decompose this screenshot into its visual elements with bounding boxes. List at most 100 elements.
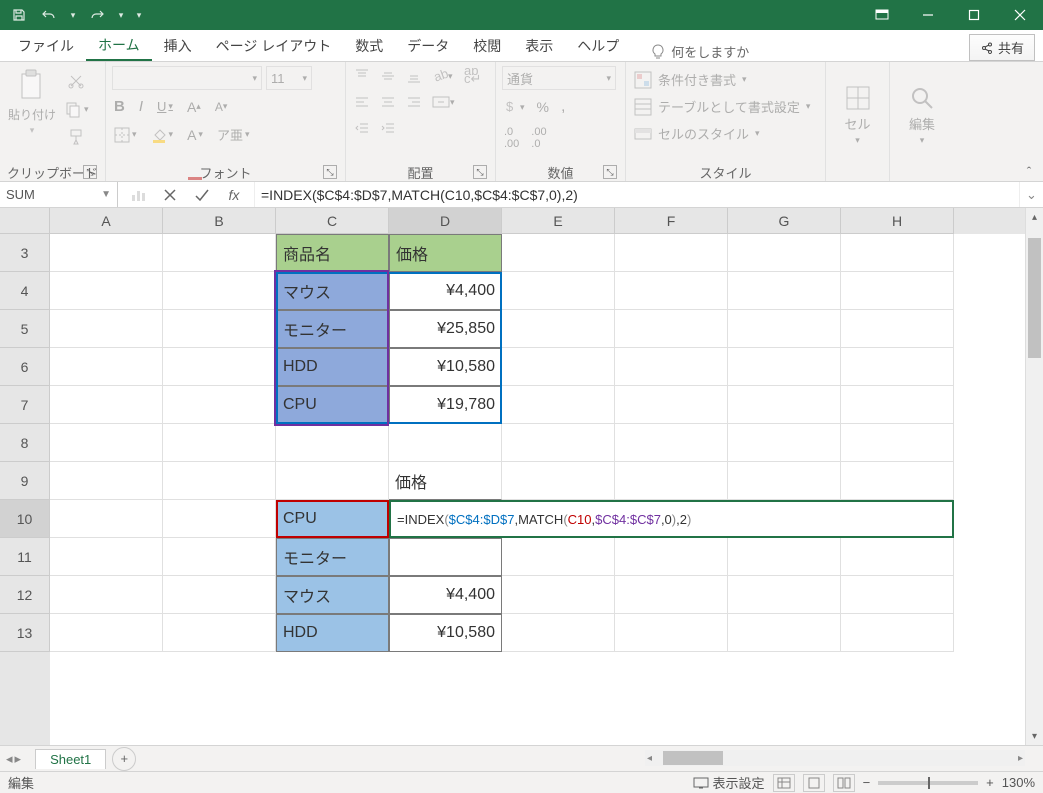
undo-icon[interactable]: [36, 1, 62, 29]
normal-view-icon[interactable]: [773, 774, 795, 792]
conditional-formatting-button[interactable]: 条件付き書式▾: [632, 68, 819, 91]
cell-H5[interactable]: [841, 310, 954, 348]
copy-icon[interactable]: ▾: [62, 98, 91, 120]
cell-C10[interactable]: CPU: [276, 500, 389, 538]
cell-F8[interactable]: [615, 424, 728, 462]
cell-B13[interactable]: [163, 614, 276, 652]
cell-F11[interactable]: [615, 538, 728, 576]
underline-button[interactable]: U▾: [155, 96, 175, 117]
cell-B6[interactable]: [163, 348, 276, 386]
cell-B4[interactable]: [163, 272, 276, 310]
cancel-formula-icon[interactable]: [158, 184, 182, 206]
cell-G6[interactable]: [728, 348, 841, 386]
tab-insert[interactable]: 挿入: [152, 31, 204, 61]
col-header-D[interactable]: D: [389, 208, 502, 234]
zoom-slider[interactable]: [878, 781, 978, 785]
cell-grid[interactable]: 商品名 価格 マウス ¥4,400 モニター ¥25,850: [50, 234, 1025, 745]
display-settings-button[interactable]: 表示設定: [693, 773, 765, 792]
name-box[interactable]: SUM ▼: [0, 182, 118, 207]
cell-C12[interactable]: マウス: [276, 576, 389, 614]
zoom-in-button[interactable]: +: [986, 775, 994, 790]
cell-C7[interactable]: CPU: [276, 386, 389, 424]
save-icon[interactable]: [6, 1, 32, 29]
redo-dropdown-icon[interactable]: ▾: [114, 1, 128, 29]
cell-A6[interactable]: [50, 348, 163, 386]
cell-F12[interactable]: [615, 576, 728, 614]
enter-formula-icon[interactable]: [190, 184, 214, 206]
alignment-dialog-launcher[interactable]: ⤡: [473, 165, 487, 179]
scroll-down-icon[interactable]: ▾: [1026, 727, 1043, 745]
ribbon-display-icon[interactable]: [859, 0, 905, 30]
row-header-12[interactable]: 12: [0, 576, 50, 614]
cell-G12[interactable]: [728, 576, 841, 614]
cell-E6[interactable]: [502, 348, 615, 386]
cell-F5[interactable]: [615, 310, 728, 348]
tell-me-search[interactable]: 何をしますか: [651, 42, 749, 61]
tab-help[interactable]: ヘルプ: [565, 31, 631, 61]
formula-bar-expand-icon[interactable]: ⌄: [1019, 182, 1043, 207]
col-header-E[interactable]: E: [502, 208, 615, 234]
increase-font-icon[interactable]: A▴: [185, 96, 203, 117]
cell-E12[interactable]: [502, 576, 615, 614]
scroll-left-icon[interactable]: ◂: [647, 753, 652, 764]
fill-color-icon[interactable]: ▾: [149, 123, 176, 146]
font-name-dropdown[interactable]: ▾: [112, 66, 262, 90]
cell-E4[interactable]: [502, 272, 615, 310]
cell-B10[interactable]: [163, 500, 276, 538]
scroll-right-icon[interactable]: ▸: [1018, 753, 1023, 764]
tab-data[interactable]: データ: [395, 31, 461, 61]
align-right-icon[interactable]: [404, 92, 424, 112]
cell-B11[interactable]: [163, 538, 276, 576]
page-break-view-icon[interactable]: [833, 774, 855, 792]
close-button[interactable]: [997, 0, 1043, 30]
cell-A10[interactable]: [50, 500, 163, 538]
select-all-corner[interactable]: [0, 208, 50, 234]
cell-C9[interactable]: [276, 462, 389, 500]
maximize-button[interactable]: [951, 0, 997, 30]
number-format-dropdown[interactable]: 通貨▾: [502, 66, 616, 90]
share-button[interactable]: 共有: [969, 34, 1035, 61]
format-painter-icon[interactable]: [62, 126, 91, 148]
cell-A3[interactable]: [50, 234, 163, 272]
wrap-text-icon[interactable]: abc↵: [461, 66, 483, 86]
editing-button[interactable]: 編集▾: [906, 82, 938, 148]
name-box-dropdown-icon[interactable]: ▼: [101, 189, 111, 200]
insert-function-icon[interactable]: fx: [222, 184, 246, 206]
align-top-icon[interactable]: [352, 66, 372, 86]
col-header-H[interactable]: H: [841, 208, 954, 234]
cell-A5[interactable]: [50, 310, 163, 348]
cell-A13[interactable]: [50, 614, 163, 652]
cell-A9[interactable]: [50, 462, 163, 500]
cell-C11[interactable]: モニター: [276, 538, 389, 576]
font-dialog-launcher[interactable]: ⤡: [323, 165, 337, 179]
zoom-level[interactable]: 130%: [1002, 775, 1035, 790]
cell-H7[interactable]: [841, 386, 954, 424]
cell-D6[interactable]: ¥10,580: [389, 348, 502, 386]
cell-F13[interactable]: [615, 614, 728, 652]
increase-indent-icon[interactable]: [378, 118, 398, 138]
collapse-ribbon-icon[interactable]: ˆ: [1019, 163, 1039, 179]
chart-elements-icon[interactable]: [126, 184, 150, 206]
cell-A11[interactable]: [50, 538, 163, 576]
cell-E7[interactable]: [502, 386, 615, 424]
phonetic-icon[interactable]: ア亜▾: [215, 123, 252, 146]
cell-F6[interactable]: [615, 348, 728, 386]
scroll-up-icon[interactable]: ▴: [1026, 208, 1043, 226]
row-header-8[interactable]: 8: [0, 424, 50, 462]
cell-A12[interactable]: [50, 576, 163, 614]
page-layout-view-icon[interactable]: [803, 774, 825, 792]
font-size-dropdown[interactable]: 11▾: [266, 66, 312, 90]
cell-C6[interactable]: HDD: [276, 348, 389, 386]
cell-B5[interactable]: [163, 310, 276, 348]
cell-H11[interactable]: [841, 538, 954, 576]
col-header-B[interactable]: B: [163, 208, 276, 234]
borders-icon[interactable]: ▾: [112, 123, 139, 146]
align-left-icon[interactable]: [352, 92, 372, 112]
cell-G7[interactable]: [728, 386, 841, 424]
cell-E13[interactable]: [502, 614, 615, 652]
cell-D4[interactable]: ¥4,400: [389, 272, 502, 310]
cell-A7[interactable]: [50, 386, 163, 424]
row-header-9[interactable]: 9: [0, 462, 50, 500]
cell-E11[interactable]: [502, 538, 615, 576]
vertical-scrollbar[interactable]: ▴ ▾: [1025, 208, 1043, 745]
